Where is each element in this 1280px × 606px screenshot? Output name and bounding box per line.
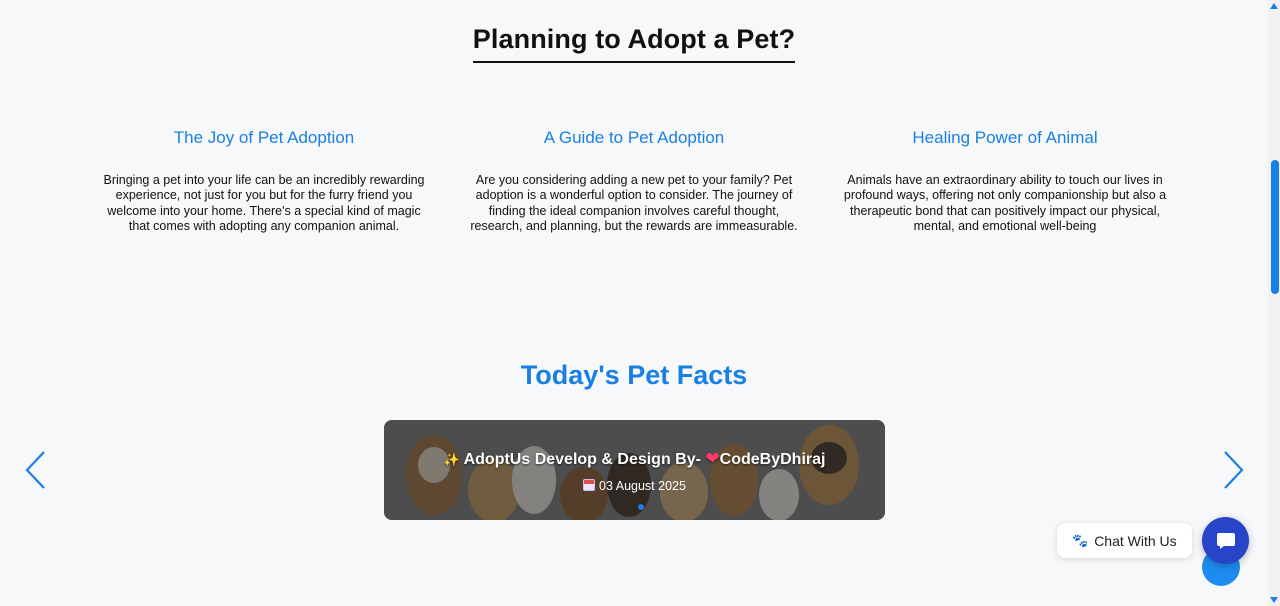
- slide-caption: ✨ AdoptUs Develop & Design By- ❤CodeByDh…: [384, 449, 885, 469]
- chat-label-text: Chat With Us: [1094, 532, 1177, 549]
- pet-fact-slide: ✨ AdoptUs Develop & Design By- ❤CodeByDh…: [384, 420, 885, 520]
- heart-icon: ❤: [705, 449, 720, 468]
- calendar-icon: [583, 479, 596, 491]
- info-card-title: A Guide to Pet Adoption: [543, 128, 725, 147]
- info-card-title: The Joy of Pet Adoption: [173, 128, 355, 147]
- pet-facts-title: Today's Pet Facts: [520, 360, 748, 390]
- chevron-right-icon: [1224, 451, 1244, 489]
- carousel-next-button[interactable]: [1221, 450, 1245, 490]
- slide-date: 03 August 2025: [384, 479, 885, 493]
- info-card-text: Animals have an extraordinary ability to…: [843, 173, 1167, 234]
- info-card-text: Bringing a pet into your life can be an …: [103, 173, 425, 234]
- chat-button[interactable]: [1202, 517, 1249, 564]
- info-card-healing: Healing Power of Animal Animals have an …: [840, 128, 1170, 235]
- info-card-joy: The Joy of Pet Adoption Bringing a pet i…: [99, 128, 429, 235]
- credit-author: CodeByDhiraj: [719, 451, 826, 468]
- slide-overlay: [384, 420, 885, 520]
- info-card-guide: A Guide to Pet Adoption Are you consider…: [469, 128, 799, 235]
- chat-bubble-icon: [1216, 532, 1235, 549]
- chat-with-us-label[interactable]: 🐾 Chat With Us: [1057, 523, 1192, 558]
- scroll-down-arrow-icon[interactable]: [1270, 597, 1278, 603]
- page-scrollbar[interactable]: [1268, 0, 1280, 606]
- paw-icon: 🐾: [1072, 532, 1089, 548]
- page-title: Planning to Adopt a Pet?: [472, 24, 796, 63]
- info-card-title: Healing Power of Animal: [912, 128, 1098, 147]
- sparkle-icon: ✨: [443, 452, 460, 467]
- chevron-left-icon: [25, 451, 45, 489]
- carousel-prev-button[interactable]: [24, 450, 48, 490]
- scroll-thumb[interactable]: [1271, 160, 1279, 294]
- credit-prefix: AdoptUs Develop & Design By-: [463, 451, 701, 468]
- info-card-text: Are you considering adding a new pet to …: [470, 173, 798, 234]
- carousel-dot-active[interactable]: [638, 504, 644, 510]
- slide-date-text: 03 August 2025: [599, 479, 686, 493]
- scroll-up-arrow-icon[interactable]: [1270, 3, 1278, 9]
- section-header: Planning to Adopt a Pet?: [0, 24, 1268, 63]
